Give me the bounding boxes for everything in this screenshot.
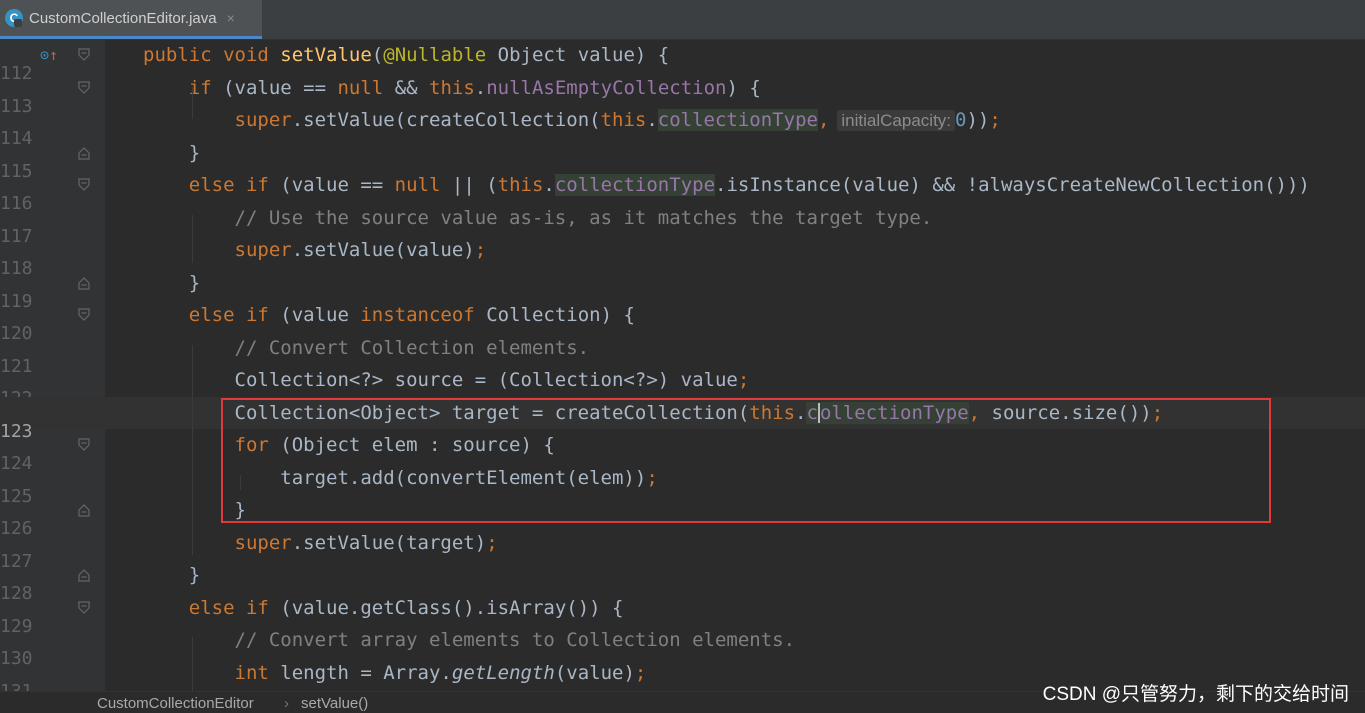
code-line: 113 if (value == null && this.nullAsEmpt… [0,72,1365,117]
code-line: 120 else if (value instanceof Collection… [0,299,1365,344]
code-text: public void setValue(@Nullable Object va… [143,44,670,66]
code-editor[interactable]: 112 ⊙↑ public void setValue(@Nullable Ob… [0,39,1365,691]
code-line: 112 ⊙↑ public void setValue(@Nullable Ob… [0,39,1365,84]
code-line: 116 else if (value == null || (this.coll… [0,169,1365,214]
indent-guide [192,87,193,119]
line-number: 131 [0,680,33,692]
code-line: 122 Collection<?> source = (Collection<?… [0,364,1365,409]
close-icon[interactable]: × [227,10,235,26]
code-line: 118 super.setValue(value); [0,234,1365,279]
code-text: int length = Array.getLength(value); [234,661,647,684]
code-line: 127 super.setValue(target); [0,527,1365,572]
code-comment: // Convert array elements to Collection … [234,629,796,651]
code-text: } [143,141,201,164]
code-comment: // Use the source value as-is, as it mat… [234,206,933,229]
code-text: // Convert Collection elements. [143,332,590,365]
java-class-icon: C [5,9,23,27]
watermark: CSDN @只管努力，剩下的交给时间 [1042,684,1349,705]
fold-collapse-icon[interactable] [78,438,90,452]
code-text: super.setValue(createCollection(this.col… [234,109,1001,131]
file-tab[interactable]: C CustomCollectionEditor.java × [0,0,262,39]
code-text: else if (value == null || (this.collecti… [188,174,1310,196]
code-text: Collection<?> source = (Collection<?>) v… [143,369,750,391]
highlight-box [221,398,1271,523]
fold-collapse-icon[interactable] [78,80,90,95]
breadcrumb-separator: › [284,695,289,712]
code-line: 130 // Convert array elements to Collect… [0,624,1365,669]
code-comment: // Convert Collection elements. [234,336,590,359]
fold-collapse-icon[interactable] [78,178,90,192]
code-line: 114 super.setValue(createCollection(this… [0,104,1365,149]
code-line: 119 } [0,267,1365,312]
code-text: if (value == null && this.nullAsEmptyCol… [188,76,761,99]
code-text: } [143,271,201,294]
code-line: 117 // Use the source value as-is, as it… [0,202,1365,247]
breadcrumb-class[interactable]: CustomCollectionEditor [97,695,254,712]
fold-collapse-icon[interactable] [78,308,90,322]
parameter-hint: initialCapacity: [837,110,956,131]
fold-expand-icon[interactable] [78,146,90,160]
code-text: super.setValue(target); [234,531,498,554]
code-text: // Use the source value as-is, as it mat… [143,202,933,235]
code-text: // Convert array elements to Collection … [143,624,796,657]
indent-guide [192,345,193,555]
code-line: 129 else if (value.getClass().isArray())… [0,592,1365,637]
code-line: 121 // Convert Collection elements. [0,332,1365,377]
breadcrumb-method[interactable]: setValue() [301,695,368,712]
file-tab-label: CustomCollectionEditor.java [29,9,217,27]
code-line: 128 } [0,559,1365,604]
code-text: } [143,564,201,586]
code-text: super.setValue(value); [234,239,487,261]
code-text: else if (value instanceof Collection) { [188,304,635,326]
fold-collapse-icon[interactable] [78,600,90,615]
editor-tab-bar: C CustomCollectionEditor.java × [0,0,1365,40]
fold-expand-icon[interactable] [78,503,90,517]
code-line: 115 } [0,137,1365,182]
code-text: else if (value.getClass().isArray()) { [188,596,624,619]
override-up-arrow-icon[interactable]: ⊙↑ [40,47,58,63]
indent-guide [192,637,193,691]
fold-expand-icon[interactable] [78,276,90,290]
fold-expand-icon[interactable] [78,568,90,582]
fold-collapse-icon[interactable] [78,48,90,62]
indent-guide [192,215,193,263]
